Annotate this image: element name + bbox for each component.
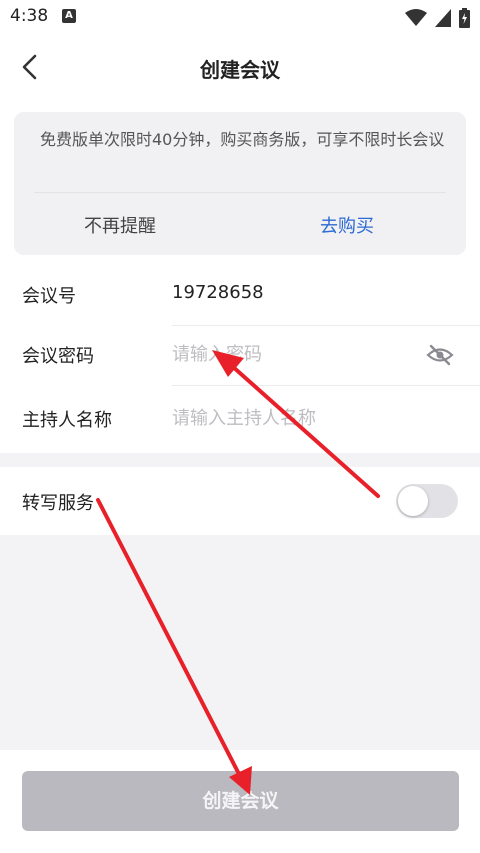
dismiss-reminder-button[interactable]: 不再提醒 [84,212,156,238]
meeting-id-value: 19728658 [172,282,264,303]
meeting-password-input[interactable] [172,338,422,370]
eye-off-icon [426,344,454,366]
toggle-knob [398,486,428,516]
row-divider [172,385,480,386]
nav-bar: 创建会议 [0,34,480,100]
signal-icon [435,9,451,27]
host-name-row: 主持人名称 [0,388,480,450]
meeting-password-label: 会议密码 [22,346,94,367]
buy-button[interactable]: 去购买 [320,212,374,238]
status-time: 4:38 [10,6,49,26]
transcription-toggle[interactable] [396,484,458,518]
host-name-label: 主持人名称 [22,410,112,431]
meeting-id-label: 会议号 [22,286,76,307]
meeting-id-row: 会议号 19728658 [0,264,480,326]
promo-card: 免费版单次限时40分钟，购买商务版，可享不限时长会议 不再提醒 去购买 [14,112,466,255]
notification-badge: A [62,9,76,23]
create-meeting-button[interactable]: 创建会议 [22,771,459,831]
transcription-row: 转写服务 [0,467,480,535]
page-title: 创建会议 [200,58,280,82]
transcription-label: 转写服务 [22,493,94,514]
wifi-icon [405,9,427,26]
host-name-input[interactable] [172,402,422,434]
battery-charging-icon [459,8,470,28]
status-icons [405,8,470,28]
section-gap [0,453,480,467]
promo-text: 免费版单次限时40分钟，购买商务版，可享不限时长会议 [40,130,445,149]
password-visibility-toggle[interactable] [426,344,454,366]
meeting-password-row: 会议密码 [0,324,480,386]
promo-divider [34,192,446,193]
status-bar: 4:38 A [0,0,480,34]
